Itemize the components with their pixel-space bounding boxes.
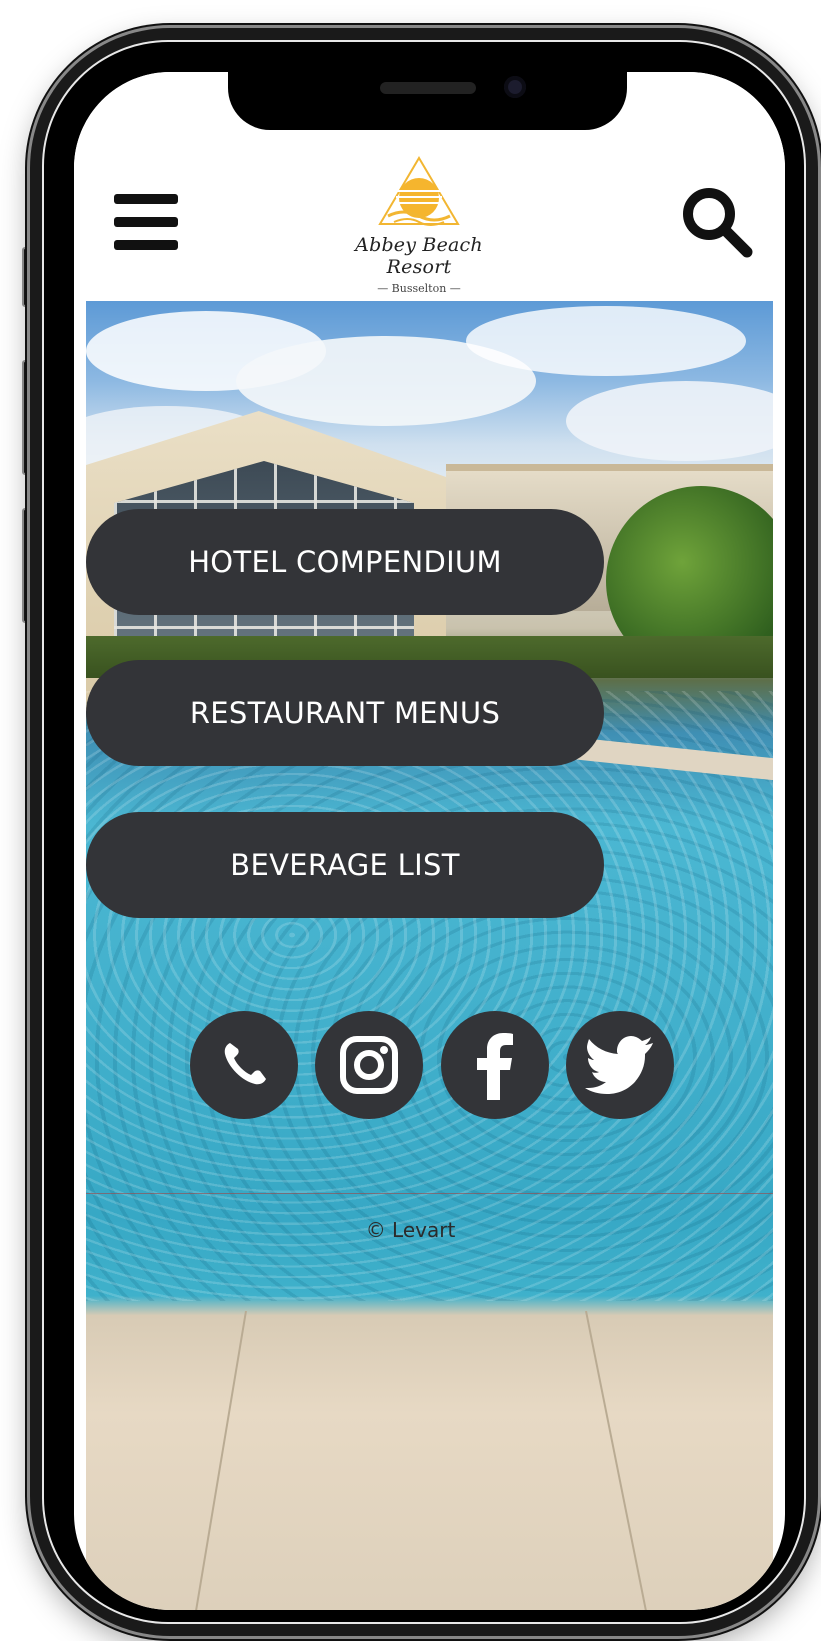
phone-notch — [228, 56, 627, 130]
hamburger-menu-icon[interactable] — [114, 194, 178, 250]
logo-location: — Busselton — — [377, 282, 461, 295]
earpiece-speaker — [380, 82, 476, 94]
beverage-list-button[interactable]: BEVERAGE LIST — [86, 812, 604, 918]
logo-name: Abbey Beach Resort — [355, 234, 483, 278]
restaurant-menus-button[interactable]: RESTAURANT MENUS — [86, 660, 604, 766]
resort-logo[interactable]: Abbey Beach Resort — Busselton — — [329, 156, 509, 295]
footer-divider — [86, 1193, 773, 1194]
pool-deck-graphic — [195, 1311, 647, 1610]
sunset-logo-icon — [378, 156, 460, 226]
phone-icon[interactable] — [190, 1011, 298, 1119]
hotel-compendium-button[interactable]: HOTEL COMPENDIUM — [86, 509, 604, 615]
facebook-icon[interactable] — [441, 1011, 549, 1119]
copyright-text: © Levart — [365, 1218, 456, 1242]
hero-background-image — [86, 301, 773, 1610]
instagram-icon[interactable] — [315, 1011, 423, 1119]
front-camera — [504, 76, 526, 98]
twitter-icon[interactable] — [566, 1011, 674, 1119]
search-icon[interactable] — [679, 184, 755, 260]
